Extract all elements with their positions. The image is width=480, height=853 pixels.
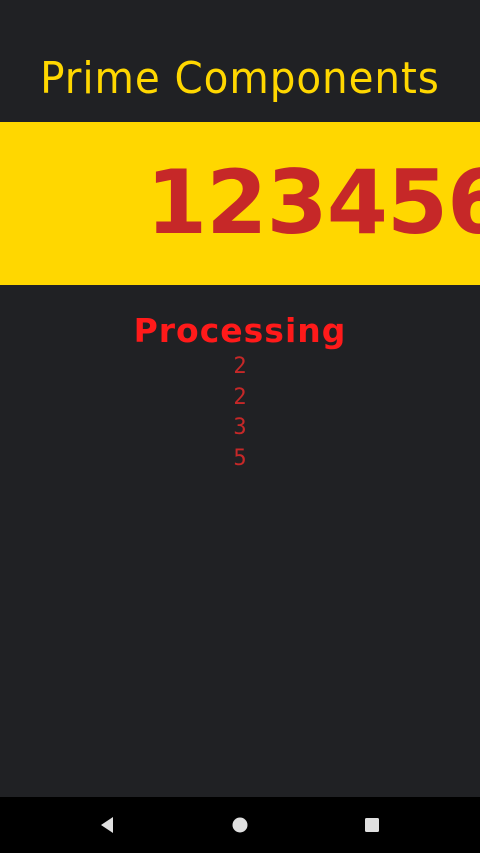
factor-item: 2 <box>233 384 247 410</box>
back-button[interactable] <box>93 811 121 839</box>
back-icon <box>101 817 113 833</box>
recents-button[interactable] <box>358 811 386 839</box>
factor-list: 2 2 3 5 <box>0 352 480 474</box>
home-icon <box>232 817 248 833</box>
app-screen: Prime Components 123456 Processing 2 2 3… <box>0 0 480 853</box>
number-display-band: 123456 <box>0 122 480 285</box>
factor-item: 5 <box>233 445 247 471</box>
system-navigation-bar <box>0 797 480 853</box>
status-label: Processing <box>133 311 347 350</box>
app-title: Prime Components <box>40 53 440 104</box>
recents-icon <box>365 818 379 832</box>
input-number: 123456 <box>146 151 480 254</box>
factor-item: 3 <box>233 415 247 440</box>
home-button[interactable] <box>226 811 254 839</box>
factor-item: 2 <box>233 354 247 379</box>
